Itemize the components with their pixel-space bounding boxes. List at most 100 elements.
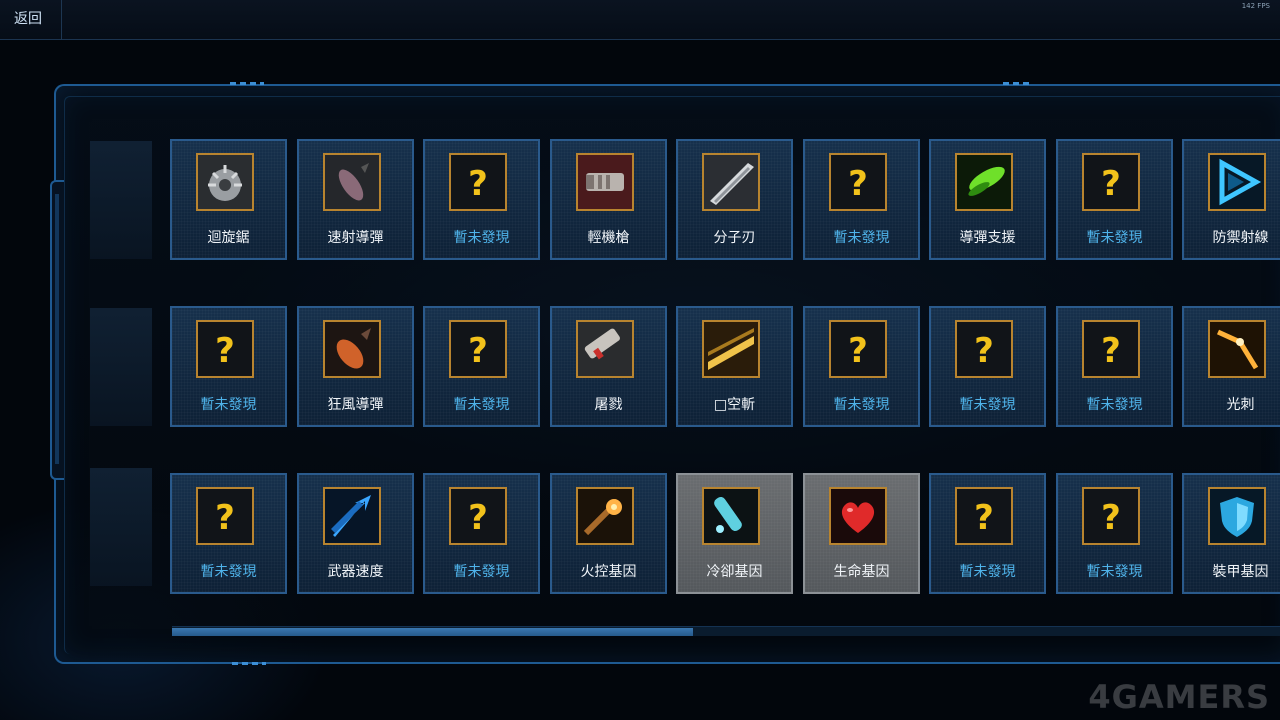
unknown-icon: ?: [957, 489, 1011, 543]
side-rail-bar: [55, 194, 59, 464]
unknown-icon: ?: [831, 322, 885, 376]
item-label: □空斬: [713, 397, 756, 413]
item-label: 狂風導彈: [327, 397, 384, 413]
collection-item[interactable]: ? 暫未發現: [423, 306, 540, 427]
item-icon-frame: ?: [955, 487, 1013, 545]
collection-item[interactable]: 冷卻基因: [676, 473, 793, 594]
item-label: 暫未發現: [833, 397, 890, 413]
unknown-icon: ?: [198, 489, 252, 543]
item-icon-frame: ?: [1082, 487, 1140, 545]
item-label: 速射導彈: [327, 230, 384, 246]
item-icon-frame: ?: [829, 320, 887, 378]
frame-accent: [232, 662, 266, 665]
collection-item[interactable]: ? 暫未發現: [423, 139, 540, 260]
svg-text:?: ?: [1101, 164, 1121, 204]
svg-text:?: ?: [1101, 331, 1121, 371]
item-icon-frame: [323, 320, 381, 378]
item-icon-frame: ?: [196, 487, 254, 545]
collection-item[interactable]: 分子刃: [676, 139, 793, 260]
item-icon-frame: [323, 487, 381, 545]
collection-item[interactable]: ? 暫未發現: [803, 139, 920, 260]
unknown-icon: ?: [1084, 489, 1138, 543]
item-label: 暫未發現: [1086, 564, 1143, 580]
item-label: 暫未發現: [833, 230, 890, 246]
svg-text:?: ?: [974, 498, 994, 538]
collection-item[interactable]: ? 暫未發現: [1056, 306, 1173, 427]
svg-text:?: ?: [974, 331, 994, 371]
svg-text:?: ?: [468, 164, 488, 204]
unknown-icon: ?: [451, 489, 505, 543]
item-icon-frame: ?: [1082, 153, 1140, 211]
top-bar: 返回 142 FPS: [0, 0, 1280, 40]
collection-item[interactable]: ? 暫未發現: [803, 306, 920, 427]
collection-item[interactable]: ? 暫未發現: [423, 473, 540, 594]
item-icon-frame: ?: [449, 487, 507, 545]
item-label: 暫未發現: [200, 397, 257, 413]
collection-item[interactable]: 速射導彈: [297, 139, 414, 260]
item-icon-frame: [1208, 153, 1266, 211]
collection-item[interactable]: ? 暫未發現: [929, 473, 1046, 594]
missile-icon: [325, 155, 379, 209]
green-missile-icon: [957, 155, 1011, 209]
fps-counter: 142 FPS: [1241, 2, 1270, 10]
frame-accent: [230, 82, 264, 85]
collection-item[interactable]: 防禦射線: [1182, 139, 1280, 260]
row-tab-2: [90, 308, 152, 426]
collection-item[interactable]: 光刺: [1182, 306, 1280, 427]
collection-item[interactable]: 輕機槍: [550, 139, 667, 260]
svg-text:?: ?: [848, 164, 868, 204]
collection-item[interactable]: 武器速度: [297, 473, 414, 594]
fire-control-icon: [578, 489, 632, 543]
scrollbar-thumb[interactable]: [172, 628, 693, 636]
collection-item[interactable]: 狂風導彈: [297, 306, 414, 427]
item-label: 光刺: [1226, 397, 1255, 413]
cannon-icon: [578, 322, 632, 376]
unknown-icon: ?: [831, 155, 885, 209]
item-icon-frame: ?: [1082, 320, 1140, 378]
item-label: 迴旋鋸: [207, 230, 250, 246]
item-icon-frame: [702, 487, 760, 545]
back-button[interactable]: 返回: [0, 0, 62, 40]
gold-blade-icon: [704, 322, 758, 376]
item-icon-frame: [576, 153, 634, 211]
item-icon-frame: ?: [449, 320, 507, 378]
collection-item[interactable]: ? 暫未發現: [1056, 139, 1173, 260]
item-grid: 迴旋鋸 速射導彈? 暫未發現 輕機槍 分子刃? 暫未發現 導彈支援? 暫未發現 防禦射線? 暫未發…: [170, 139, 1280, 599]
item-icon-frame: [955, 153, 1013, 211]
collection-item[interactable]: 火控基因: [550, 473, 667, 594]
item-icon-frame: [1208, 487, 1266, 545]
shield-icon: [1210, 489, 1264, 543]
item-label: 防禦射線: [1212, 230, 1269, 246]
collection-item[interactable]: 屠戮: [550, 306, 667, 427]
collection-item[interactable]: ? 暫未發現: [1056, 473, 1173, 594]
item-label: 暫未發現: [453, 564, 510, 580]
cooling-vial-icon: [704, 489, 758, 543]
item-icon-frame: ?: [196, 320, 254, 378]
collection-item[interactable]: ? 暫未發現: [170, 306, 287, 427]
unknown-icon: ?: [451, 155, 505, 209]
horizontal-scrollbar[interactable]: [172, 626, 1280, 636]
collection-item[interactable]: 裝甲基因: [1182, 473, 1280, 594]
collection-item[interactable]: 生命基因: [803, 473, 920, 594]
item-icon-frame: [576, 320, 634, 378]
svg-text:?: ?: [215, 498, 235, 538]
item-icon-frame: [702, 320, 760, 378]
item-label: 分子刃: [713, 230, 756, 246]
collection-item[interactable]: 導彈支援: [929, 139, 1046, 260]
collection-item[interactable]: □空斬: [676, 306, 793, 427]
row-tab-1: [90, 141, 152, 259]
blue-triangle-icon: [1210, 155, 1264, 209]
item-icon-frame: ?: [955, 320, 1013, 378]
collection-item[interactable]: ? 暫未發現: [170, 473, 287, 594]
unknown-icon: ?: [1084, 155, 1138, 209]
heart-icon: [831, 489, 885, 543]
svg-text:?: ?: [468, 498, 488, 538]
item-label: 屠戮: [594, 397, 623, 413]
side-rail: [50, 180, 64, 480]
item-icon-frame: [829, 487, 887, 545]
collection-item[interactable]: ? 暫未發現: [929, 306, 1046, 427]
row-tab-3: [90, 468, 152, 586]
collection-item[interactable]: 迴旋鋸: [170, 139, 287, 260]
blade-icon: [704, 155, 758, 209]
item-label: 暫未發現: [959, 397, 1016, 413]
